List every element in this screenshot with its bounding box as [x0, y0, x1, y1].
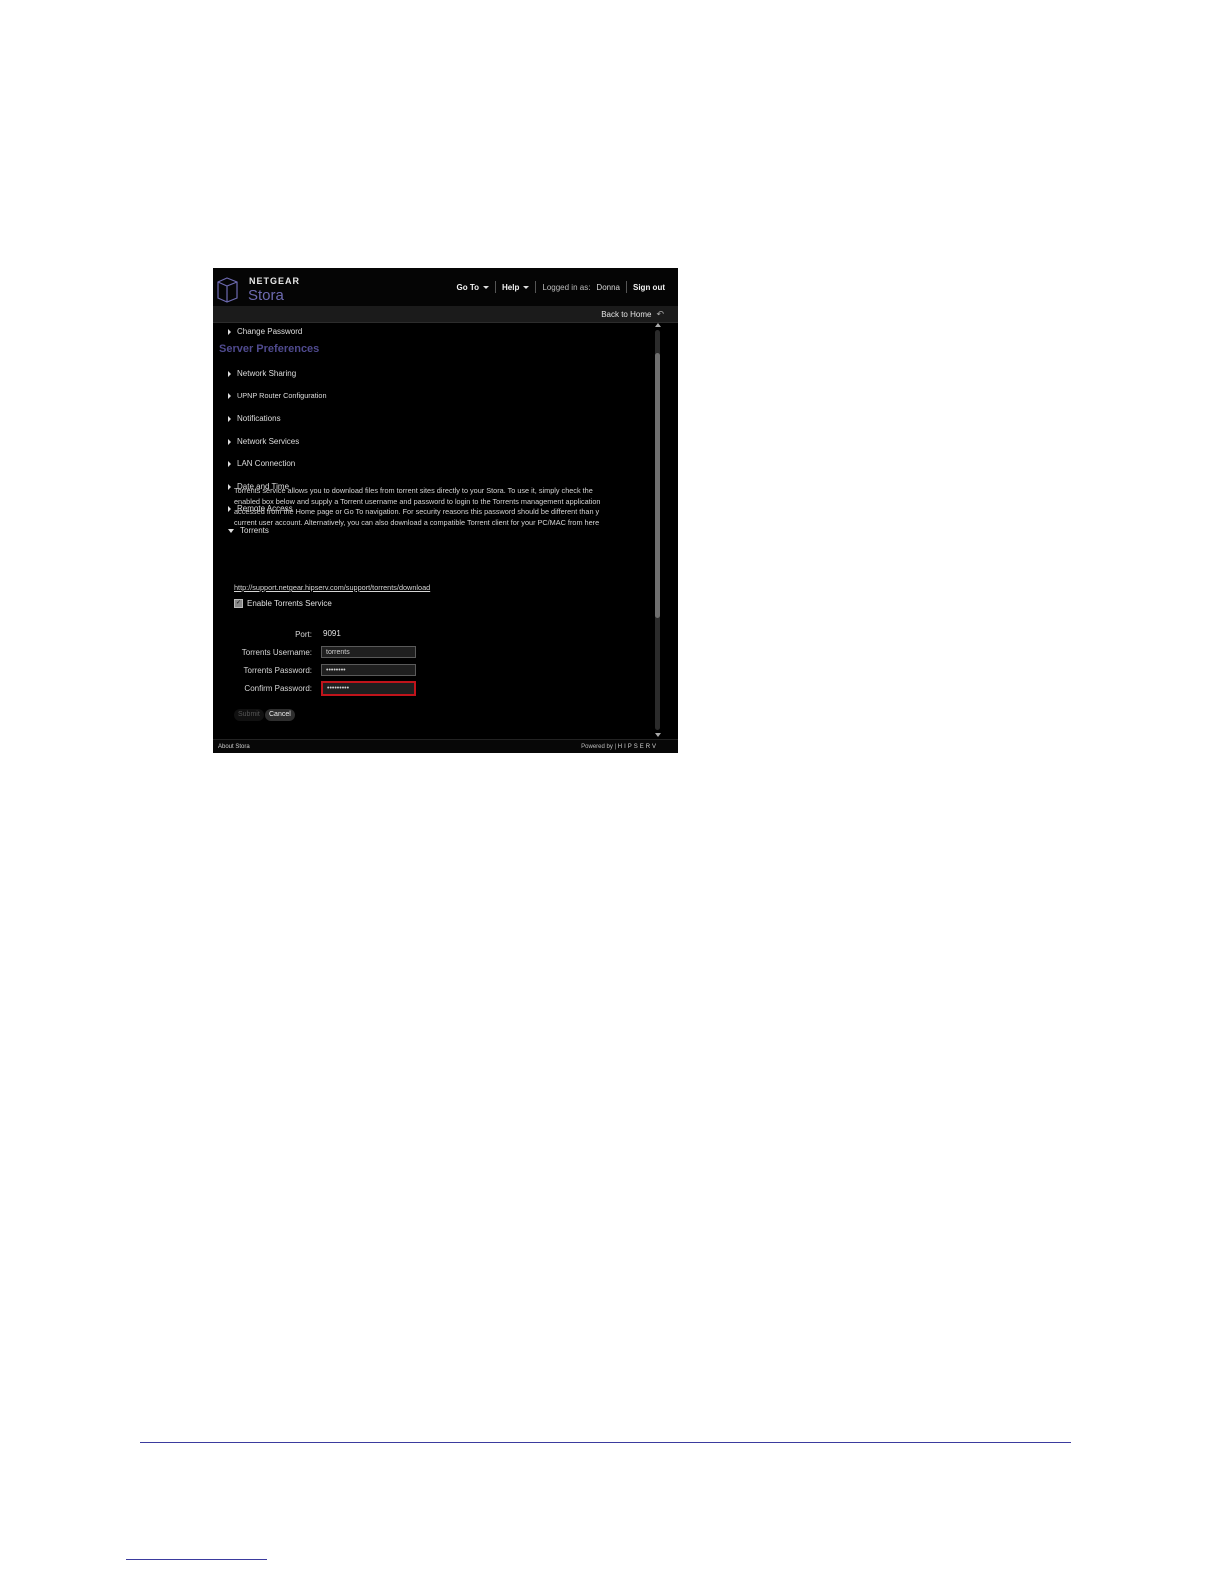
- top-nav: Go To Help Logged in as: Donna Sign out: [451, 281, 671, 293]
- sign-out-link[interactable]: Sign out: [627, 283, 671, 292]
- back-arrow-icon: ↶: [656, 309, 664, 319]
- menu-item-label: Network Sharing: [237, 369, 297, 378]
- settings-content: Change Password Server Preferences Netwo…: [213, 323, 653, 738]
- goto-label: Go To: [456, 282, 480, 292]
- description-line: enabled box below and supply a Torrent u…: [234, 496, 601, 506]
- expand-arrow-icon: [228, 370, 231, 377]
- port-value: 9091: [323, 629, 341, 638]
- about-stora-link[interactable]: About Stora: [218, 744, 250, 750]
- hipserv-logo: HIPSERV: [617, 744, 658, 750]
- torrent-client-download-link[interactable]: http://support.netgear.hipserv.com/suppo…: [234, 583, 430, 592]
- scrollbar-thumb[interactable]: [655, 353, 660, 618]
- expand-arrow-icon: [228, 328, 231, 335]
- torrents-username-input[interactable]: [321, 646, 416, 658]
- menu-item-upnp-router[interactable]: UPNP Router Configuration: [228, 391, 327, 400]
- port-label: Port:: [295, 630, 312, 639]
- app-header: NETGEAR Stora Go To Help Logged in as: D…: [213, 268, 678, 307]
- help-menu[interactable]: Help: [496, 283, 535, 292]
- torrents-username-label: Torrents Username:: [241, 648, 312, 657]
- enable-torrents-label: Enable Torrents Service: [247, 599, 332, 608]
- menu-item-label: Network Services: [237, 437, 300, 446]
- chevron-down-icon: [523, 285, 530, 289]
- scroll-down-icon[interactable]: [655, 733, 661, 737]
- app-footer: About Stora Powered by | HIPSERV: [213, 739, 678, 753]
- description-line: accessed from the Home page or Go To nav…: [234, 507, 600, 517]
- menu-item-label: Change Password: [237, 327, 303, 336]
- expand-arrow-icon: [228, 415, 231, 422]
- enable-torrents-row[interactable]: ✓ Enable Torrents Service: [234, 599, 332, 608]
- menu-item-change-password[interactable]: Change Password: [228, 327, 302, 336]
- username: Donna: [596, 282, 620, 292]
- powered-by-divider: |: [614, 744, 617, 750]
- menu-item-label: UPNP Router Configuration: [237, 391, 327, 400]
- page-footer-underline: [126, 1559, 267, 1560]
- logged-in-label: Logged in as:: [542, 282, 591, 292]
- expand-arrow-icon: [228, 483, 231, 490]
- scroll-up-icon[interactable]: [655, 323, 661, 327]
- description-line: Torrents service allows you to download …: [234, 486, 593, 495]
- expand-arrow-icon: [228, 392, 231, 399]
- stora-app-window: NETGEAR Stora Go To Help Logged in as: D…: [213, 268, 678, 753]
- help-label: Help: [502, 282, 520, 292]
- back-to-home-label: Back to Home: [601, 310, 652, 319]
- netgear-stora-logo: NETGEAR Stora: [217, 276, 300, 304]
- collapse-arrow-icon: [228, 528, 234, 533]
- confirm-password-label: Confirm Password:: [244, 684, 312, 693]
- expand-arrow-icon: [228, 438, 231, 445]
- chevron-down-icon: [483, 285, 490, 289]
- powered-by-label: Powered by: [581, 744, 613, 750]
- menu-item-label: Notifications: [237, 414, 281, 423]
- logo-netgear-text: NETGEAR: [249, 276, 300, 286]
- menu-item-network-sharing[interactable]: Network Sharing: [228, 369, 296, 378]
- expand-arrow-icon: [228, 505, 231, 512]
- cancel-button[interactable]: Cancel: [265, 709, 295, 721]
- confirm-password-input[interactable]: [321, 681, 416, 696]
- description-line: current user account. Alternatively, you…: [234, 517, 600, 527]
- sub-toolbar: Back to Home ↶: [213, 306, 678, 323]
- menu-item-lan-connection[interactable]: LAN Connection: [228, 459, 295, 468]
- torrents-password-input[interactable]: [321, 664, 416, 676]
- torrents-description: Torrents service allows you to download …: [234, 486, 626, 528]
- section-title: Server Preferences: [219, 343, 320, 355]
- goto-menu[interactable]: Go To: [451, 283, 496, 292]
- torrents-password-label: Torrents Password:: [243, 666, 312, 675]
- menu-item-label: LAN Connection: [237, 459, 296, 468]
- page-horizontal-rule: [140, 1442, 1071, 1443]
- powered-by: Powered by | HIPSERV: [581, 744, 658, 750]
- logo-stora-text: Stora: [248, 287, 285, 304]
- enable-torrents-checkbox[interactable]: ✓: [234, 599, 243, 608]
- submit-button[interactable]: Submit: [234, 709, 264, 721]
- menu-item-network-services[interactable]: Network Services: [228, 437, 299, 446]
- menu-item-notifications[interactable]: Notifications: [228, 414, 281, 423]
- expand-arrow-icon: [228, 460, 231, 467]
- back-to-home-button[interactable]: Back to Home ↶: [601, 309, 664, 320]
- vertical-scrollbar[interactable]: [654, 323, 662, 737]
- sign-out-label: Sign out: [633, 282, 665, 292]
